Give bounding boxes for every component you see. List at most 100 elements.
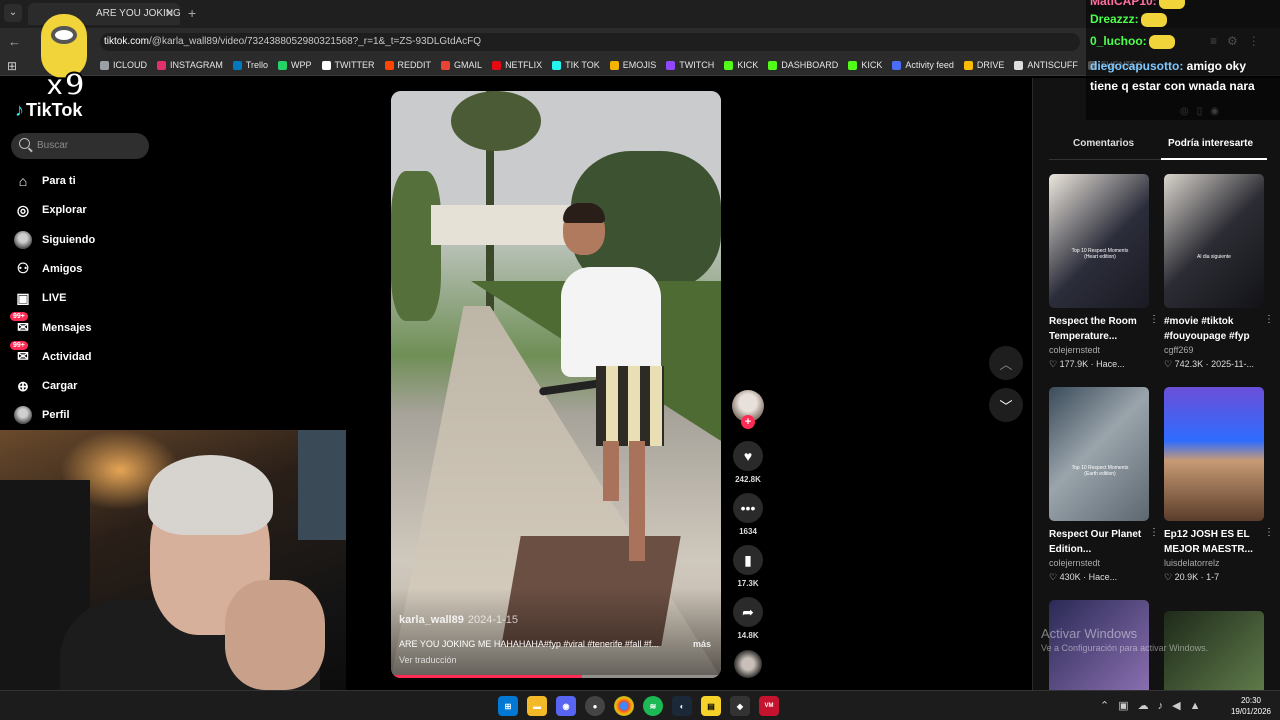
heart-icon[interactable]: ♥ [733,441,763,471]
bookmark-favicon-icon [848,60,858,70]
comment-bubble-icon[interactable]: ••• [733,493,763,523]
video-player[interactable]: karla_wall89 2024-1-15 ARE YOU JOKING ME … [391,91,721,678]
sticky-notes-icon[interactable]: ▤ [701,696,721,716]
heart-outline-icon: ♡ [1164,359,1175,369]
share-arrow-icon[interactable]: ➦ [733,597,763,627]
nav-item-live[interactable]: ▣ LIVE [14,288,66,308]
card-meta: ♡ 20.9K · 1-7 [1164,572,1220,582]
taskbar-clock[interactable]: 20:30 19/01/2026 [1226,695,1276,717]
more-options-icon[interactable]: ⋮ [1264,314,1274,325]
bookmark-item[interactable]: ANTISCUFF [1014,60,1078,70]
nav-item-actividad[interactable]: ✉ 99+ Actividad [10,340,92,367]
bookmark-item[interactable]: REDDIT [384,60,431,70]
system-tray-icon[interactable]: ⌃▣☁♪◀▲ [1100,699,1209,712]
card-thumbnail[interactable]: Al dia siguiente [1164,174,1264,308]
app-icon[interactable]: ◆ [730,696,750,716]
music-disc-icon[interactable] [734,650,762,678]
obs-icon[interactable]: ● [585,696,605,716]
steam-icon[interactable]: ◐ [672,696,692,716]
chat-emote-icon [1158,0,1185,9]
card-title[interactable]: #movie #tiktok #fouyoupage #fyp [1164,314,1260,344]
bookmark-icon[interactable]: ▮ [733,545,763,575]
bookmark-item[interactable]: TWITCH [666,60,714,70]
bookmark-item[interactable]: ICLOUD [100,60,147,70]
chrome-icon[interactable] [614,696,634,716]
video-author[interactable]: karla_wall89 2024-1-15 [399,614,518,626]
bookmark-item[interactable]: Activity feed [892,60,954,70]
bookmark-item[interactable]: DRIVE [963,60,1004,70]
see-translation-link[interactable]: Ver traducción [399,655,457,665]
close-tab-icon[interactable]: ✕ [165,7,174,20]
bookmark-favicon-icon [321,60,331,70]
comment-action[interactable]: ••• 1634 [733,493,763,536]
watermark-subtitle: Ve a Configuración para activar Windows. [1041,643,1209,653]
more-options-icon[interactable]: ⋮ [1149,314,1159,325]
video-progress-bar[interactable] [391,675,721,678]
bookmark-item[interactable]: TIK TOK [552,60,600,70]
nav-item-amigos[interactable]: ⚇ Amigos [14,259,83,279]
save-action[interactable]: ▮ 17.3K [733,545,763,588]
card-title[interactable]: Respect the Room Temperature... [1049,314,1145,344]
caption-more-link[interactable]: más [693,639,711,649]
nav-item-cargar[interactable]: ⊕ Cargar [14,376,77,396]
bookmark-item[interactable]: DASHBOARD [768,60,838,70]
card-meta: ♡ 177.9K · Hace... [1049,359,1125,369]
bookmark-item[interactable]: WPP [278,60,312,70]
recommended-card[interactable]: Ep12 JOSH ES EL MEJOR MAESTR... luisdela… [1164,387,1274,583]
tiktok-logo[interactable]: ♪ TikTok [15,100,82,121]
next-video-button[interactable]: ﹀ [989,388,1023,422]
discord-icon[interactable]: ◉ [556,696,576,716]
bookmark-label: Activity feed [905,60,954,70]
card-author[interactable]: luisdelatorrelz [1164,558,1264,568]
spotify-icon[interactable]: ≋ [643,696,663,716]
recommended-card[interactable]: Top 10 Respect Moments (Earth edition) R… [1049,387,1159,583]
avatar [14,406,32,425]
nav-item-para-ti[interactable]: ⌂ Para ti [14,171,76,191]
card-author[interactable]: colejernstedt [1049,558,1149,568]
recommended-card[interactable]: Al dia siguiente #movie #tiktok #fouyoup… [1164,174,1274,370]
card-title[interactable]: Ep12 JOSH ES EL MEJOR MAESTR... [1164,527,1260,557]
card-thumbnail[interactable] [1164,387,1264,521]
nav-item-siguiendo[interactable]: Siguiendo [14,230,95,250]
bookmark-item[interactable]: TWITTER [321,60,375,70]
more-options-icon[interactable]: ⋮ [1264,527,1274,538]
tab-recommended[interactable]: Podría interesarte [1168,138,1253,149]
bookmark-item[interactable]: INSTAGRAM [157,60,223,70]
bookmark-item[interactable]: KICK [848,60,882,70]
nav-item-perfil[interactable]: Perfil [14,405,70,425]
bookmark-item[interactable]: KICK [724,60,758,70]
heart-outline-icon: ♡ [1049,572,1060,582]
bookmark-label: DASHBOARD [781,60,839,70]
video-author-name[interactable]: karla_wall89 [399,614,464,626]
recommended-card[interactable]: Top 10 Respect Moments (Heart edition) R… [1049,174,1159,370]
more-options-icon[interactable]: ⋮ [1149,527,1159,538]
back-arrow-icon[interactable]: ← [8,34,21,49]
tab-list-chevron-icon[interactable]: ⌄ [4,4,22,22]
bookmark-item[interactable]: NETFLIX [492,60,542,70]
card-title[interactable]: Respect Our Planet Edition... [1049,527,1145,557]
nav-item-explorar[interactable]: ◎ Explorar [14,200,87,220]
search-input[interactable]: Buscar [11,133,149,159]
url-field[interactable]: tiktok.com/@karla_wall89/video/732438805… [100,33,1080,51]
share-action[interactable]: ➦ 14.8K [733,597,763,640]
bookmark-favicon-icon [441,60,451,70]
bookmark-item[interactable]: EMOJIS [609,60,656,70]
voicemeeter-icon[interactable]: VM [759,696,779,716]
apps-grid-icon[interactable]: ⊞ [7,59,17,73]
like-action[interactable]: ♥ 242.8K [733,441,763,484]
card-author[interactable]: colejernstedt [1049,345,1149,355]
bookmark-item[interactable]: GMAIL [441,60,482,70]
nav-item-mensajes[interactable]: ✉ 99+ Mensajes [10,311,92,338]
follow-plus-icon[interactable]: + [741,415,755,429]
previous-video-button[interactable]: ︿ [989,346,1023,380]
new-tab-icon[interactable]: + [188,5,196,21]
palm-leaves [451,91,541,151]
card-author[interactable]: cgff269 [1164,345,1264,355]
bookmark-item[interactable]: Trello [232,60,268,70]
file-explorer-icon[interactable]: ▬ [527,696,547,716]
tab-comments[interactable]: Comentarios [1073,138,1134,149]
card-thumbnail[interactable]: Top 10 Respect Moments (Earth edition) [1049,387,1149,521]
windows-start-icon[interactable]: ⊞ [498,696,518,716]
profile-avatar-icon [14,406,32,425]
card-thumbnail[interactable]: Top 10 Respect Moments (Heart edition) [1049,174,1149,308]
